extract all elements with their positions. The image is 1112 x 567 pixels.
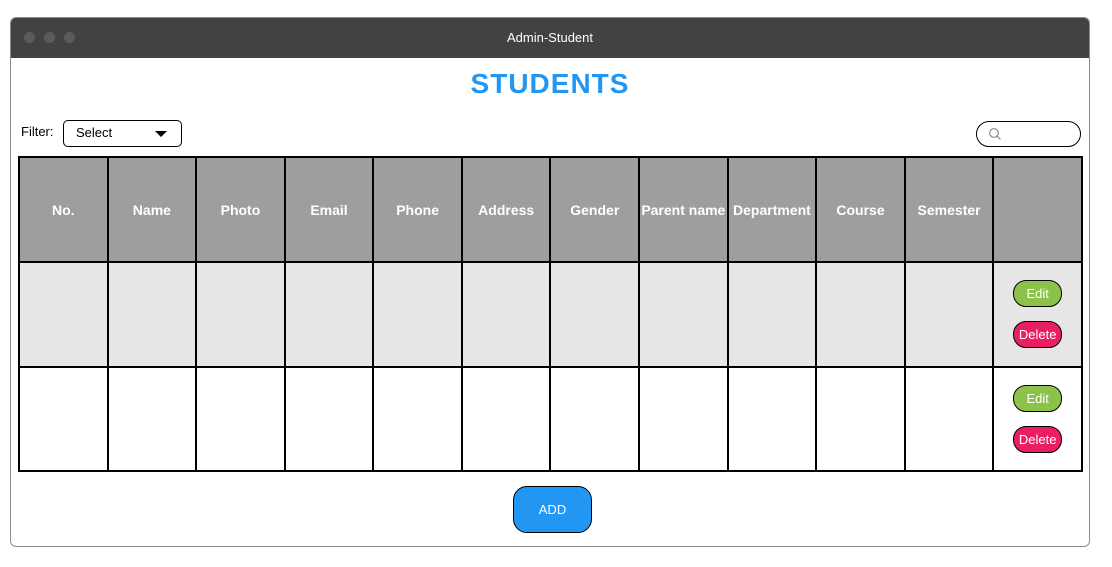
table-cell [815,365,906,472]
table-cell [18,365,109,472]
table-cell [372,365,463,472]
column-header-photo: Photo [195,156,286,263]
table-cell [638,261,729,368]
column-header-parent-name: Parent name [638,156,729,263]
filter-selected-value: Select [76,125,113,140]
table-row: Edit Delete [18,365,1083,472]
column-header-name: Name [106,156,198,263]
column-header-semester: Semester [903,156,995,263]
column-header-email: Email [283,156,375,263]
table-cell [726,365,818,472]
edit-button[interactable]: Edit [1013,280,1063,308]
table-cell [372,261,463,368]
table-cell [106,261,198,368]
column-header-gender: Gender [549,156,641,263]
table-cell [460,365,552,472]
table-cell [283,261,375,368]
table-cell [106,365,198,472]
column-header-address: Address [460,156,552,263]
page-title: STUDENTS [470,68,630,99]
row-actions-cell: Edit Delete [992,261,1083,368]
table-cell [549,365,641,472]
table-cell [903,365,995,472]
edit-button[interactable]: Edit [1013,384,1063,412]
delete-button[interactable]: Delete [1013,425,1063,453]
column-header-department: Department [726,156,818,263]
window-title: Admin-Student [507,30,593,45]
row-actions-cell: Edit Delete [992,365,1083,472]
delete-button[interactable]: Delete [1013,321,1063,349]
column-header-no: No. [18,156,109,263]
table-cell [903,261,995,368]
table-cell [815,261,906,368]
caret-down-icon [155,131,167,137]
table-cell [283,365,375,472]
table-header-row: No. Name Photo Email Phone Address Gende… [18,156,1083,263]
table-cell [726,261,818,368]
search-icon [989,128,1001,140]
search-input[interactable] [976,121,1081,147]
table-cell [195,261,286,368]
table-cell [195,365,286,472]
title-bar: Admin-Student [11,18,1089,58]
table-cell [549,261,641,368]
add-button[interactable]: ADD [513,486,592,533]
column-header-actions [992,156,1083,263]
table-cell [638,365,729,472]
column-header-course: Course [815,156,906,263]
table-cell [18,261,109,368]
table-row: Edit Delete [18,261,1083,368]
table-cell [460,261,552,368]
app-window: Admin-Student STUDENTS Filter: Select No… [10,17,1090,547]
column-header-phone: Phone [372,156,463,263]
filter-label: Filter: [21,124,54,139]
students-table: No. Name Photo Email Phone Address Gende… [18,156,1083,472]
filter-dropdown[interactable]: Select [63,120,182,147]
